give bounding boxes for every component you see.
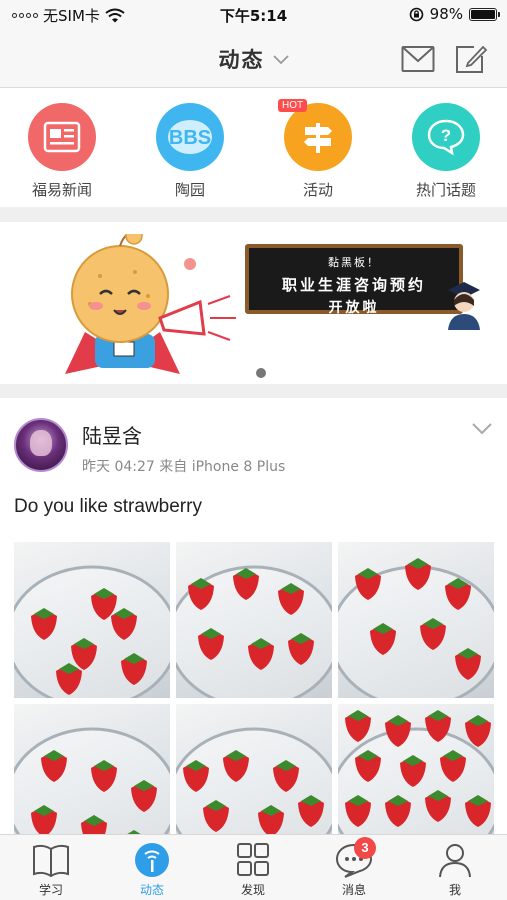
quick-label: 活动 xyxy=(302,181,333,199)
quick-item-news[interactable]: 福易新闻 xyxy=(7,103,117,200)
quick-item-activity[interactable]: HOT 活动 xyxy=(263,99,373,200)
tab-feed[interactable]: 动态 xyxy=(117,841,187,898)
announcement-board: 黏黑板！ 职业生涯咨询预约 开放啦 xyxy=(245,244,463,316)
quick-label: 热门话题 xyxy=(415,181,476,199)
quick-menu: 福易新闻 BBS 陶园 HOT 活动 ? 热门话题 xyxy=(0,89,507,207)
tab-me[interactable]: 我 xyxy=(420,841,490,898)
page-title: 动态 xyxy=(218,48,265,72)
grid-icon xyxy=(233,841,273,879)
hot-badge: HOT xyxy=(278,99,308,112)
carousel-dot[interactable] xyxy=(256,368,266,378)
battery-fill xyxy=(471,9,495,19)
tab-label: 我 xyxy=(448,883,461,897)
quick-label: 福易新闻 xyxy=(31,181,92,199)
chat-question-icon: ? xyxy=(412,103,480,171)
book-icon xyxy=(31,841,71,879)
tab-label: 发现 xyxy=(240,883,265,897)
unread-badge: 3 xyxy=(354,837,376,859)
tab-label: 动态 xyxy=(139,883,164,897)
tab-discover[interactable]: 发现 xyxy=(218,841,288,898)
quick-label: 陶园 xyxy=(174,181,205,199)
message-icon: 3 xyxy=(334,837,376,879)
section-divider xyxy=(0,384,507,398)
tab-label: 学习 xyxy=(38,883,63,897)
post-photo[interactable] xyxy=(338,704,494,834)
signpost-icon: HOT xyxy=(278,99,352,171)
mail-icon[interactable] xyxy=(401,44,435,74)
orientation-lock-icon xyxy=(409,7,423,21)
tab-bar: 学习 动态 发现 3 消息 我 xyxy=(0,834,507,900)
tab-messages[interactable]: 3 消息 xyxy=(319,837,389,898)
board-line-2: 职业生涯咨询预约 xyxy=(281,276,426,294)
post-text: Do you like strawberry xyxy=(14,496,202,517)
feed-post: 陆昱含 昨天 04:27 来自 iPhone 8 Plus Do you lik… xyxy=(0,398,507,834)
quick-item-hot-topics[interactable]: ? 热门话题 xyxy=(391,103,501,200)
edit-icon[interactable] xyxy=(454,44,488,74)
battery-icon xyxy=(469,7,500,21)
quick-item-bbs[interactable]: BBS 陶园 xyxy=(135,103,245,200)
post-photo[interactable] xyxy=(176,542,332,698)
svg-text:?: ? xyxy=(441,126,451,145)
feed-icon xyxy=(132,841,172,879)
graduate-illustration xyxy=(448,282,480,330)
bbs-icon: BBS xyxy=(156,103,224,171)
post-photo[interactable] xyxy=(338,542,494,698)
banner-carousel[interactable]: 黏黑板！ 职业生涯咨询预约 开放啦 xyxy=(0,222,507,384)
board-line-3: 开放啦 xyxy=(328,300,380,316)
svg-text:BBS: BBS xyxy=(169,127,211,149)
avatar[interactable] xyxy=(14,418,68,472)
post-author[interactable]: 陆昱含 xyxy=(82,420,142,449)
battery-percent: 98% xyxy=(429,5,463,23)
post-photo[interactable] xyxy=(14,704,170,834)
chevron-down-icon[interactable] xyxy=(472,422,492,436)
news-icon xyxy=(28,103,96,171)
board-line-1: 黏黑板！ xyxy=(328,256,380,269)
person-icon xyxy=(435,841,475,879)
status-right: 98% xyxy=(409,5,500,23)
nav-bar: 动态 xyxy=(0,30,507,88)
tab-study[interactable]: 学习 xyxy=(16,841,86,898)
status-bar: 无SIM卡 下午5:14 98% xyxy=(0,0,507,30)
chevron-down-icon xyxy=(272,50,289,69)
tab-label: 消息 xyxy=(341,883,366,897)
post-meta: 昨天 04:27 来自 iPhone 8 Plus xyxy=(82,459,286,475)
post-photo[interactable] xyxy=(14,542,170,698)
post-photo[interactable] xyxy=(176,704,332,834)
section-divider xyxy=(0,207,507,222)
